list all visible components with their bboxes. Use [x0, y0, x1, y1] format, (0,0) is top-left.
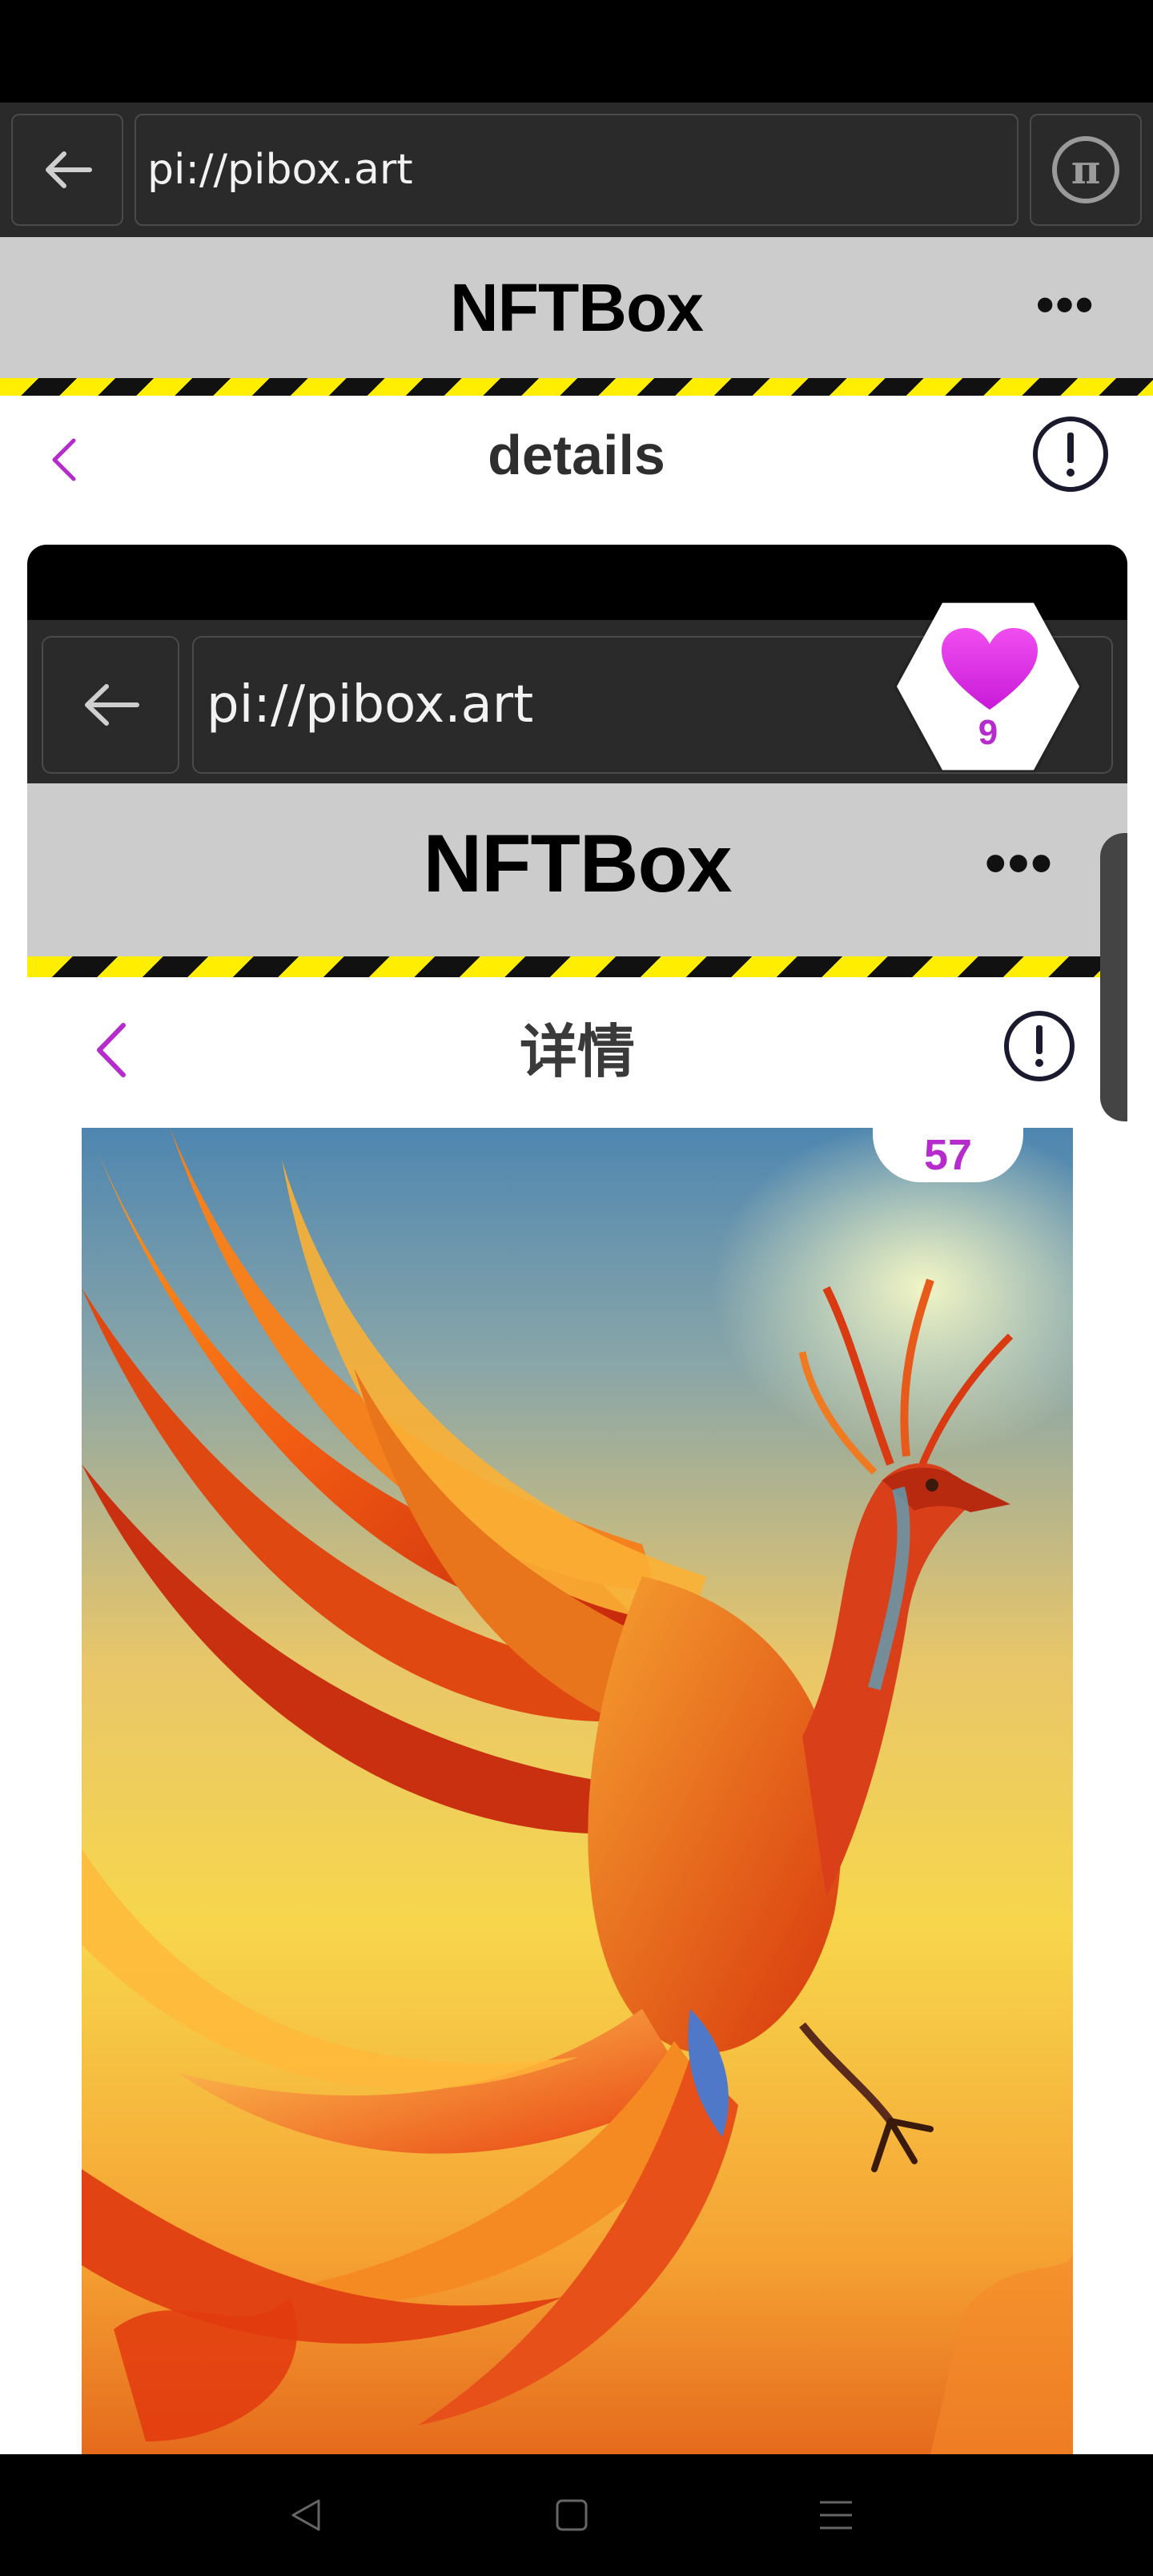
more-menu-button[interactable]: •••: [1036, 279, 1095, 330]
heart-icon: [942, 628, 1038, 710]
browser-toolbar: pi://pibox.art π: [0, 103, 1153, 237]
app-header: NFTBox •••: [0, 237, 1153, 378]
nav-home-icon[interactable]: [554, 2498, 589, 2533]
embedded-more-icon: •••: [985, 829, 1054, 897]
system-nav-bar: [0, 2454, 1153, 2576]
exclamation-circle-icon: [1004, 1011, 1075, 1081]
nav-back-icon[interactable]: [288, 2498, 323, 2533]
phoenix-illustration: [82, 1128, 1073, 2454]
hazard-stripe-divider: [0, 378, 1153, 396]
arrow-left-icon: [85, 684, 139, 726]
embedded-app-header: NFTBox •••: [27, 783, 1127, 956]
browser-url-field[interactable]: pi://pibox.art: [135, 114, 1018, 226]
pi-coin-icon: π: [1052, 136, 1119, 203]
nft-artwork-image[interactable]: [82, 1128, 1073, 2454]
embedded-hazard-stripe: [27, 956, 1127, 977]
embedded-page-title: 详情: [519, 1018, 635, 1085]
embedded-back-button: [42, 636, 179, 774]
nav-recents-icon[interactable]: [817, 2496, 855, 2534]
page-title: details: [488, 424, 665, 486]
browser-back-button[interactable]: [11, 114, 123, 226]
artwork-like-count: 57: [873, 1125, 1023, 1182]
arrow-left-icon: [46, 151, 92, 188]
exclamation-circle-icon[interactable]: [1031, 415, 1110, 493]
embedded-app-title: NFTBox: [423, 818, 733, 909]
app-title: NFTBox: [450, 270, 704, 345]
status-bar: [0, 0, 1153, 103]
pi-wallet-button[interactable]: π: [1030, 114, 1142, 226]
